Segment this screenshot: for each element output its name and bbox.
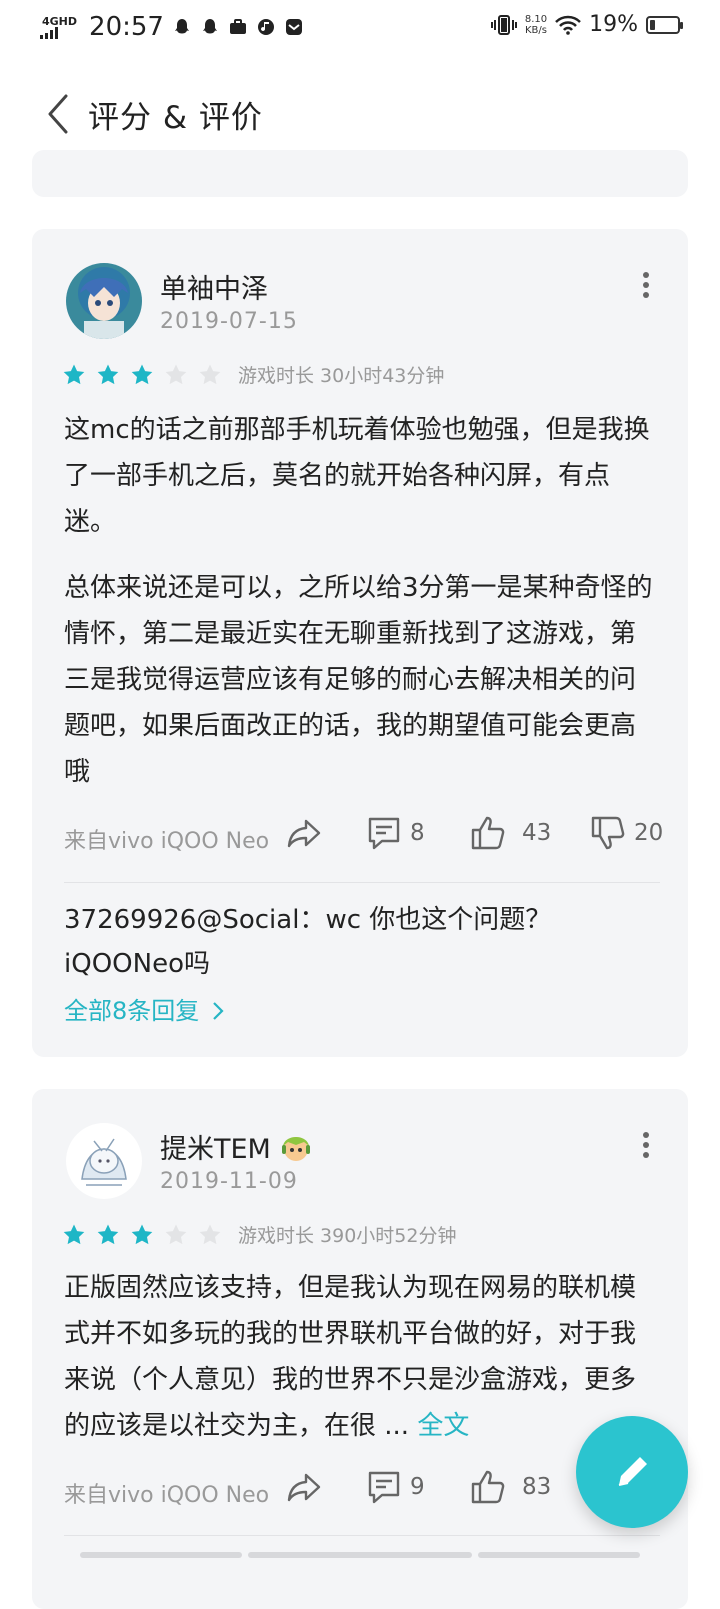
battery-icon [646, 15, 683, 34]
review-paragraph: 总体来说还是可以，之所以给3分第一是某种奇怪的情怀，第二是最近实在无聊重新找到了… [64, 573, 653, 787]
star-icons [62, 363, 222, 387]
net-speed-value: 8.10 [524, 13, 548, 25]
pencil-icon [618, 1457, 647, 1486]
star-empty-icon [199, 364, 221, 384]
qq-icon-2 [202, 19, 217, 34]
reply-preview[interactable]: 37269926@Social：wc 你也这个问题？iQOONeo吗 [64, 898, 660, 986]
more-vertical-icon[interactable] [642, 1131, 650, 1159]
star-filled-icon [131, 364, 153, 384]
wifi-icon [555, 15, 581, 35]
comment-icon [368, 1471, 400, 1504]
star-filled-icon [63, 364, 85, 384]
all-replies-link[interactable]: 全部8条回复 [64, 991, 225, 1026]
music-icon [257, 19, 274, 35]
status-left: 4GHD 20:57 [40, 12, 304, 42]
avatar[interactable] [66, 263, 142, 339]
comment-count: 8 [410, 820, 425, 846]
scroll-indicator [80, 1552, 242, 1558]
write-review-button[interactable] [576, 1416, 688, 1528]
star-filled-icon [63, 1224, 85, 1244]
share-icon [287, 1473, 321, 1502]
device-source: 来自vivo iQOO Neo [64, 829, 270, 854]
dislike-count: 20 [634, 820, 664, 846]
share-icon [287, 819, 321, 848]
net-speed: 8.10 KB/s [525, 14, 547, 36]
reply-user: 37269926@Social [64, 905, 300, 935]
review-paragraph: 正版固然应该支持，但是我认为现在网易的联机模式并不如多玩的我的世界联机平台做的好… [64, 1273, 637, 1441]
star-filled-icon [97, 364, 119, 384]
reply-separator: ： [299, 905, 326, 935]
chevron-left-icon[interactable] [44, 94, 74, 134]
star-filled-icon [131, 1224, 153, 1244]
divider [64, 1535, 660, 1536]
star-empty-icon [165, 364, 187, 384]
full-text-link[interactable]: 全文 [417, 1411, 469, 1441]
review-body: 这mc的话之前那部手机玩着体验也勉强，但是我换了一部手机之后，莫名的就开始各种闪… [64, 407, 660, 795]
review-card: 提米TEM 2019-11-09 游戏时长 390小时52分钟 正版固然应该支持… [32, 1089, 688, 1609]
net-speed-unit: KB/s [524, 24, 547, 36]
comment-button[interactable]: 9 [366, 1469, 425, 1505]
scroll-indicator [248, 1552, 472, 1558]
share-button[interactable] [286, 1469, 322, 1505]
device-source: 来自vivo iQOO Neo [64, 1483, 270, 1508]
network-type: 4GHD [42, 14, 78, 28]
review-paragraph: 这mc的话之前那部手机玩着体验也勉强，但是我换了一部手机之后，莫名的就开始各种闪… [64, 415, 650, 537]
thumbs-up-icon [471, 1470, 505, 1504]
qq-icon [174, 19, 189, 34]
page-title: 评分 & 评价 [88, 100, 263, 136]
battery-percent: 19% [589, 12, 638, 37]
like-count: 83 [522, 1474, 552, 1500]
star-empty-icon [199, 1224, 221, 1244]
scroll-indicator [478, 1552, 640, 1558]
star-rating: 游戏时长 30小时43分钟 [62, 361, 444, 388]
username[interactable]: 单袖中泽 [160, 267, 268, 306]
signal-icon [40, 26, 58, 39]
comment-count: 9 [410, 1474, 425, 1500]
avatar[interactable] [66, 1123, 142, 1199]
star-filled-icon [97, 1224, 119, 1244]
review-date: 2019-07-15 [160, 309, 298, 334]
dislike-button[interactable]: 20 [590, 815, 663, 851]
review-footer: 来自vivo iQOO Neo 8 43 20 [64, 815, 663, 859]
star-icons [62, 1223, 222, 1247]
mail-icon [285, 19, 302, 35]
star-rating: 游戏时长 390小时52分钟 [62, 1221, 456, 1248]
share-button[interactable] [286, 815, 322, 851]
username[interactable]: 提米TEM [160, 1127, 313, 1166]
star-empty-icon [165, 1224, 187, 1244]
status-right: 8.10 KB/s 19% [490, 12, 683, 37]
thumbs-down-icon [591, 816, 625, 850]
review-footer: 来自vivo iQOO Neo 9 83 [64, 1469, 660, 1513]
status-bar: 4GHD 20:57 8.10 KB/s 19% [0, 0, 720, 56]
vibrate-icon [490, 14, 517, 35]
like-count: 43 [522, 820, 552, 846]
username-text: 单袖中泽 [160, 274, 268, 305]
clock: 20:57 [89, 12, 164, 42]
review-card: 单袖中泽 2019-07-15 游戏时长 30小时43分钟 这mc的话之前那部手… [32, 229, 688, 1057]
all-replies-text: 全部8条回复 [64, 997, 200, 1025]
chevron-right-icon [213, 1002, 224, 1020]
network-indicator: 4GHD [40, 14, 78, 39]
emoji-badge-icon [281, 1136, 310, 1161]
briefcase-icon [229, 19, 246, 34]
review-date: 2019-11-09 [160, 1169, 298, 1194]
review-body: 正版固然应该支持，但是我认为现在网易的联机模式并不如多玩的我的世界联机平台做的好… [64, 1265, 660, 1449]
like-button[interactable]: 83 [470, 1469, 551, 1505]
username-text: 提米TEM [160, 1134, 271, 1165]
thumbs-up-icon [471, 816, 505, 850]
comment-button[interactable]: 8 [366, 815, 425, 851]
comment-icon [368, 817, 400, 850]
divider [64, 882, 660, 883]
like-button[interactable]: 43 [470, 815, 551, 851]
previous-review-card [32, 150, 688, 197]
play-time: 游戏时长 30小时43分钟 [238, 365, 445, 387]
play-time: 游戏时长 390小时52分钟 [238, 1225, 457, 1247]
more-vertical-icon[interactable] [642, 271, 650, 299]
